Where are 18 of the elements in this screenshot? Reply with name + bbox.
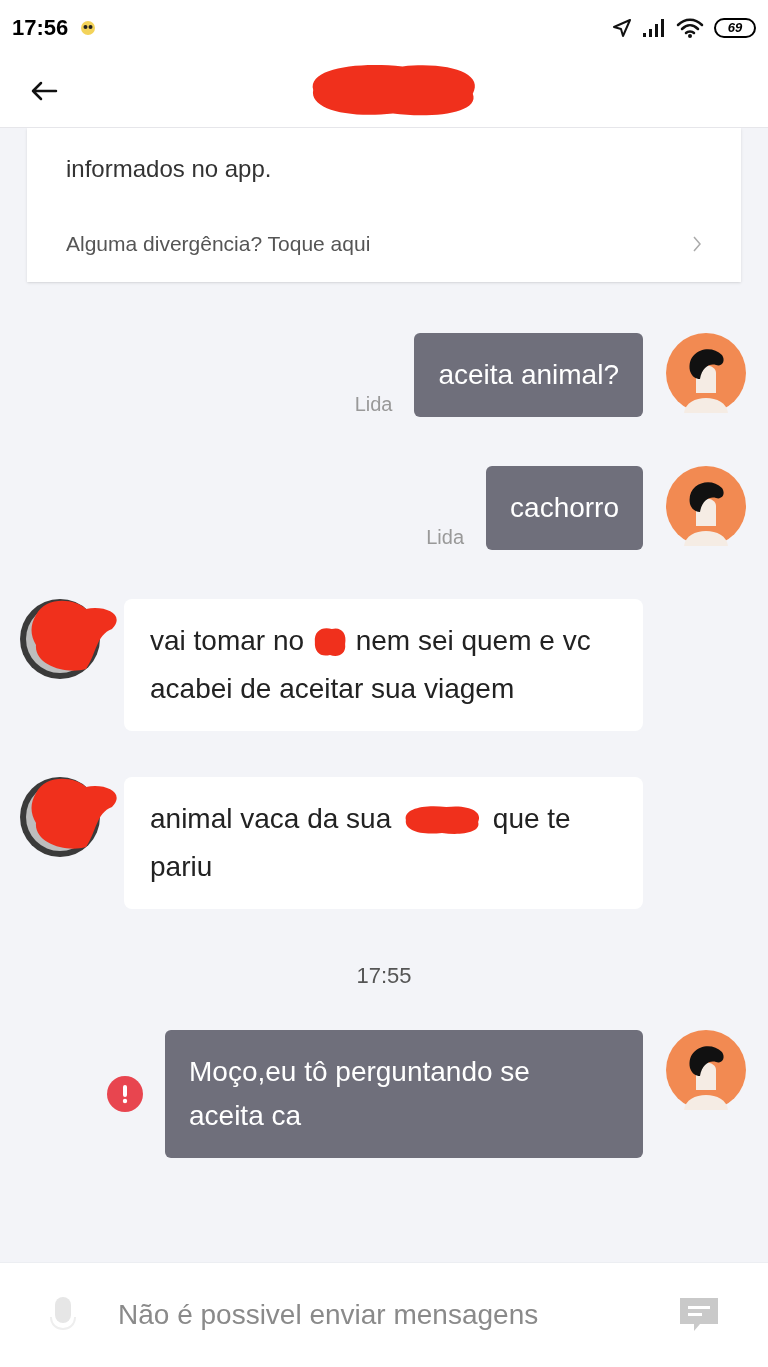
chevron-icon [692, 234, 702, 253]
sent-message: cachorro [486, 465, 643, 550]
report-link[interactable]: Alguma divergência? Toque aqui [27, 228, 741, 282]
location-icon [612, 17, 632, 38]
emoji-icon [80, 19, 97, 36]
battery-icon: 69 [714, 17, 756, 38]
received-message: vai tomar no nem sei quem e vc acabei de aceitar sua viagem [124, 598, 643, 731]
timestamp: 17:55 [356, 961, 412, 990]
error-icon[interactable] [107, 1075, 143, 1112]
read-receipt: Lida [426, 524, 465, 550]
read-receipt: Lida [354, 391, 393, 417]
card-text: informados no app. [65, 154, 273, 184]
wifi-icon [676, 16, 704, 39]
sent-message: Moço,eu tô perguntando se aceita ca [165, 1029, 643, 1158]
back-icon[interactable] [30, 81, 58, 101]
status-time: 17:56 [12, 14, 69, 42]
received-message: animal vaca da sua que te pariu [124, 776, 643, 909]
sent-message: aceita animal? [414, 332, 643, 417]
